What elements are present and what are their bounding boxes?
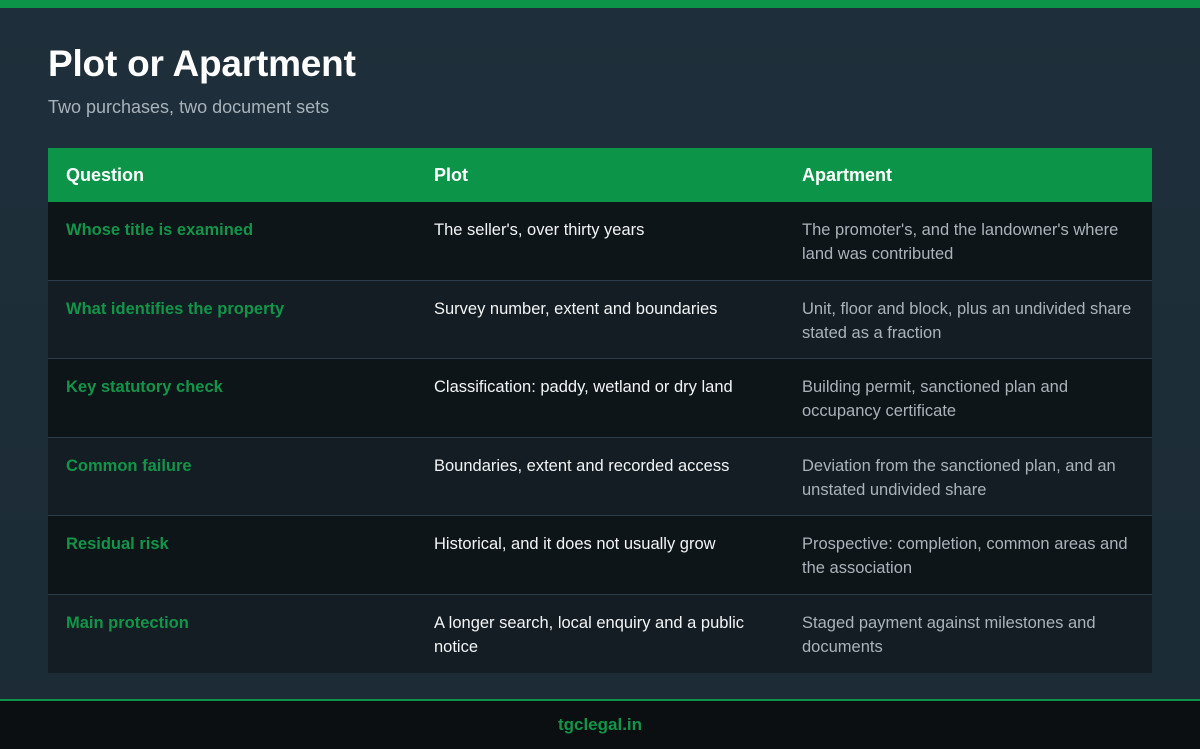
column-header-plot: Plot — [434, 164, 468, 185]
table-row: Whose title is examined The seller's, ov… — [48, 202, 1152, 281]
comparison-table: Question Plot Apartment Whose title is e… — [48, 148, 1152, 673]
row-question: What identifies the property — [66, 299, 285, 318]
row-apartment-cell: Unit, floor and block, plus an undivided… — [802, 299, 1132, 342]
table-row: What identifies the property Survey numb… — [48, 280, 1152, 359]
page-subtitle: Two purchases, two document sets — [48, 97, 330, 117]
row-question: Main protection — [66, 613, 189, 632]
row-question: Residual risk — [66, 535, 169, 553]
row-plot-cell: Classification: paddy, wetland or dry la… — [434, 378, 733, 396]
row-apartment-cell: The promoter's, and the landowner's wher… — [802, 221, 1119, 263]
table-row: Key statutory check Classification: padd… — [48, 359, 1152, 438]
table-header-row: Question Plot Apartment — [48, 148, 1152, 202]
page-footer: tgclegal.in — [0, 699, 1200, 749]
row-apartment-cell: Building permit, sanctioned plan and occ… — [802, 378, 1069, 420]
page-title: Plot or Apartment — [48, 43, 356, 84]
row-apartment-cell: Deviation from the sanctioned plan, and … — [802, 456, 1116, 499]
row-apartment-cell: Staged payment against milestones and do… — [802, 613, 1096, 656]
table-row: Residual risk Historical, and it does no… — [48, 516, 1152, 595]
row-plot-cell: Historical, and it does not usually grow — [434, 535, 716, 553]
table-row: Common failure Boundaries, extent and re… — [48, 437, 1152, 516]
column-header-question: Question — [66, 164, 145, 185]
table-row: Main protection A longer search, local e… — [48, 594, 1152, 673]
page-header: Plot or Apartment Two purchases, two doc… — [48, 42, 1152, 118]
row-question: Common failure — [66, 456, 192, 475]
row-apartment-cell: Prospective: completion, common areas an… — [802, 535, 1128, 577]
footer-site-link[interactable]: tgclegal.in — [558, 715, 642, 735]
row-plot-cell: The seller's, over thirty years — [434, 221, 645, 239]
top-accent-bar — [0, 0, 1200, 8]
row-question: Key statutory check — [66, 378, 223, 396]
row-plot-cell: Boundaries, extent and recorded access — [434, 456, 730, 475]
row-question: Whose title is examined — [66, 221, 254, 239]
row-plot-cell: Survey number, extent and boundaries — [434, 299, 718, 318]
column-header-apartment: Apartment — [802, 164, 893, 185]
row-plot-cell: A longer search, local enquiry and a pub… — [434, 613, 745, 656]
